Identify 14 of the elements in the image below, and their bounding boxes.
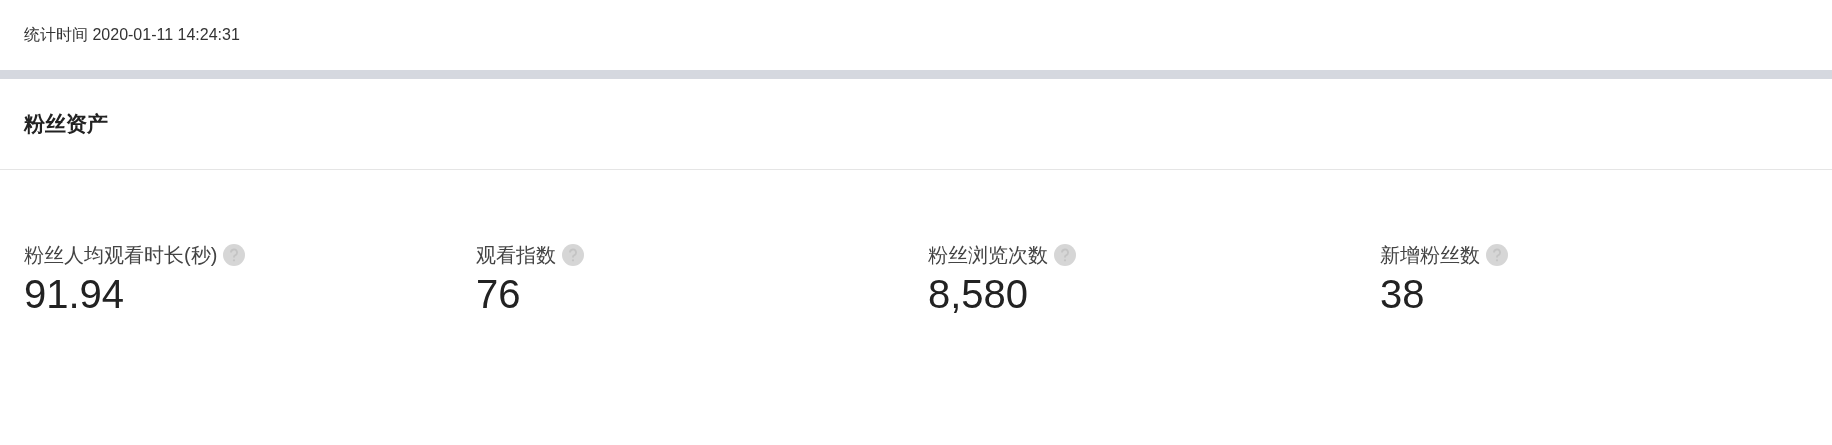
help-icon[interactable] <box>1486 244 1508 266</box>
stat-time: 统计时间 2020-01-11 14:24:31 <box>24 25 240 45</box>
metric-value: 91.94 <box>24 271 125 318</box>
metric-value: 38 <box>1380 271 1425 318</box>
metric-value: 76 <box>476 271 521 318</box>
metric-value: 8,580 <box>928 271 1029 318</box>
metric-label: 粉丝人均观看时长(秒) <box>24 243 218 268</box>
help-icon[interactable] <box>562 244 584 266</box>
metric-label: 新增粉丝数 <box>1380 243 1480 268</box>
metric-label: 粉丝浏览次数 <box>928 243 1048 268</box>
help-icon[interactable] <box>223 244 246 266</box>
help-icon[interactable] <box>1054 244 1076 266</box>
metric-label: 观看指数 <box>476 243 556 268</box>
section-title: 粉丝资产 <box>24 111 108 138</box>
